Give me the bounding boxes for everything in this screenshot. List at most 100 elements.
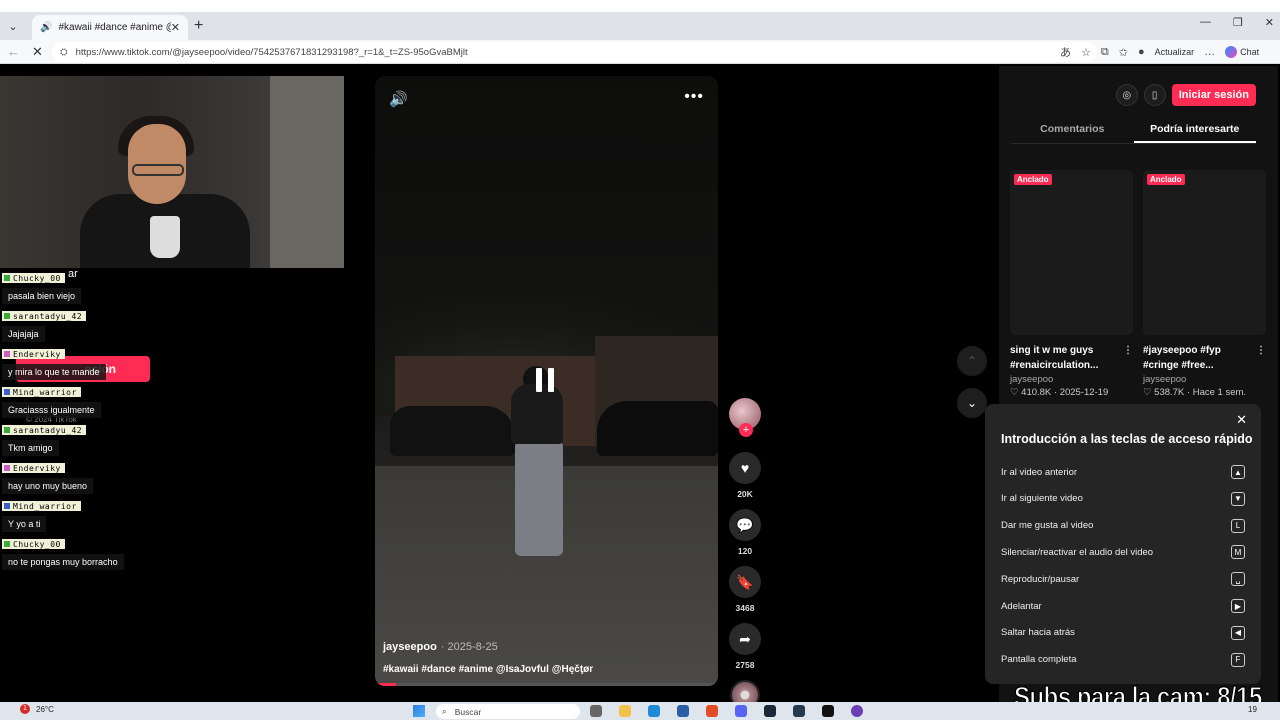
taskbar-search[interactable]: ⌕ Buscar	[436, 704, 580, 719]
volume-icon[interactable]: 🔊	[389, 90, 408, 108]
chat-message: Mind_warrior Graciasss igualmente	[2, 382, 202, 418]
tab-list-icon[interactable]: ⌄	[0, 13, 26, 39]
restore-icon[interactable]: ❐	[1233, 16, 1243, 29]
store-icon[interactable]	[677, 705, 689, 717]
chat-message: Chucky_00 pasala bien viejo	[2, 268, 202, 304]
speaker-icon[interactable]: 🔊	[40, 22, 52, 33]
card-more-icon[interactable]: ⋮	[1256, 343, 1266, 358]
video-card[interactable]: Anclado sing it w me guys #renaicirculat…	[1010, 170, 1133, 398]
weather-widget[interactable]: 1 26°C	[20, 704, 54, 714]
tab-recommended[interactable]: Podría interesarte	[1133, 118, 1256, 143]
card-more-icon[interactable]: ⋮	[1123, 343, 1133, 358]
chat-message: Chucky_00 no te pongas muy borracho	[2, 534, 202, 570]
bookmark-icon[interactable]: 🔖	[729, 566, 761, 598]
back-icon[interactable]: ←	[7, 44, 25, 59]
login-button[interactable]: Iniciar sesión	[1171, 84, 1256, 106]
app-icon[interactable]	[793, 705, 805, 717]
capcut-icon[interactable]	[822, 705, 834, 717]
previous-video-icon[interactable]: ⌃	[957, 346, 987, 376]
steam-icon[interactable]	[764, 705, 776, 717]
extensions-icon[interactable]: ⧉	[1101, 46, 1109, 59]
shortcut-label: Ir al video anterior	[1001, 466, 1078, 478]
translate-icon[interactable]: あ	[1060, 44, 1071, 60]
site-info-icon[interactable]: ⛭	[60, 47, 68, 58]
close-tab-icon[interactable]: ✕	[171, 21, 180, 34]
menu-icon[interactable]: …	[1204, 46, 1215, 58]
video-thumbnail[interactable]: Anclado	[1010, 170, 1133, 335]
task-view-icon[interactable]	[590, 705, 602, 717]
edge-icon[interactable]	[648, 705, 660, 717]
chat-username: sarantadyu_42	[2, 311, 87, 321]
chrome-icon[interactable]	[706, 705, 718, 717]
webcam-overlay	[0, 76, 344, 268]
copilot-chat-button[interactable]: Chat	[1225, 46, 1259, 58]
video-caption[interactable]: #kawaii #dance #anime @IsaJovful @Hęčţør	[383, 664, 593, 675]
stream-chat: Chucky_00 pasala bien viejo sarantadyu_42 J…	[2, 268, 202, 572]
discord-icon[interactable]	[735, 705, 747, 717]
compass-icon[interactable]: ◎	[1115, 84, 1138, 106]
profile-icon[interactable]: ●	[1138, 46, 1145, 58]
shortcut-key: ▲	[1231, 465, 1245, 479]
pinned-badge: Anclado	[1147, 174, 1185, 185]
tab-comments[interactable]: Comentarios	[1011, 118, 1134, 143]
chat-username: Enderviky	[2, 463, 65, 473]
device-icon[interactable]: ▯	[1143, 84, 1166, 106]
user-badge-icon	[4, 313, 10, 319]
shortcut-row: Adelantar ▶	[1001, 596, 1245, 616]
shortcut-row: Dar me gusta al video L	[1001, 516, 1245, 536]
shortcut-label: Dar me gusta al video	[1001, 520, 1094, 532]
author-name[interactable]: jayseepoo	[383, 641, 437, 653]
card-user[interactable]: jayseepoo	[1143, 374, 1266, 385]
next-video-icon[interactable]: ⌄	[957, 388, 987, 418]
card-title[interactable]: sing it w me guys #renaicirculation...	[1010, 345, 1098, 371]
follow-plus-icon[interactable]: +	[739, 423, 753, 437]
user-badge-icon	[4, 503, 10, 509]
clock: 19	[1248, 705, 1257, 714]
url-field[interactable]: ⛭ https://www.tiktok.com/@jayseepoo/vide…	[52, 42, 1097, 62]
video-thumbnail[interactable]: Anclado	[1143, 170, 1266, 335]
chat-text: Tkm amigo	[2, 440, 59, 456]
user-badge-icon	[4, 275, 10, 281]
reload-icon[interactable]: ✕	[32, 44, 50, 60]
video-card[interactable]: Anclado #jayseepoo #fyp #cringe #free...…	[1143, 170, 1266, 398]
close-icon[interactable]: ✕	[1236, 412, 1247, 428]
browser-tab[interactable]: 🔊 #kawaii #dance #anime @Isa ✕	[32, 15, 188, 40]
shortcut-label: Saltar hacia atrás	[1001, 627, 1075, 639]
shortcut-label: Pantalla completa	[1001, 654, 1077, 666]
share-icon[interactable]: ➦	[729, 623, 761, 655]
user-badge-icon	[4, 541, 10, 547]
author-avatar[interactable]: +	[729, 398, 761, 437]
chat-text: Graciasss igualmente	[2, 402, 101, 418]
user-badge-icon	[4, 389, 10, 395]
video-author[interactable]: jayseepoo · 2025-8-25	[383, 641, 498, 653]
chat-label: Chat	[1240, 47, 1260, 57]
close-window-icon[interactable]: ✕	[1265, 16, 1274, 29]
shortcut-label: Adelantar	[1001, 600, 1042, 612]
windows-start-icon[interactable]	[413, 705, 425, 717]
shortcut-key: F	[1231, 652, 1245, 667]
chat-username: sarantadyu_42	[2, 425, 87, 435]
obs-icon[interactable]	[851, 705, 863, 717]
minimize-icon[interactable]: —	[1200, 16, 1211, 29]
tab-title: #kawaii #dance #anime @Isa	[58, 22, 170, 33]
card-title[interactable]: #jayseepoo #fyp #cringe #free...	[1143, 345, 1221, 371]
video-player[interactable]: 🔊 ••• jayseepoo · 2025-8-25 #kawaii #danc…	[375, 76, 718, 686]
card-user[interactable]: jayseepoo	[1010, 374, 1133, 385]
file-explorer-icon[interactable]	[619, 705, 631, 717]
favorite-icon[interactable]: ☆	[1081, 46, 1091, 59]
chat-username: Chucky_00	[2, 539, 65, 549]
comment-icon[interactable]: 💬	[729, 509, 761, 541]
video-progress-bar[interactable]	[375, 683, 718, 686]
new-tab-icon[interactable]: +	[194, 17, 203, 35]
update-button[interactable]: Actualizar	[1155, 47, 1195, 57]
chat-user: Enderviky	[13, 349, 61, 359]
favorites-icon[interactable]: ✩	[1119, 46, 1128, 59]
chat-text: y mira lo que te mande	[2, 364, 106, 380]
like-icon[interactable]: ♥	[729, 452, 761, 484]
shortcut-key: ▼	[1231, 491, 1245, 506]
more-options-icon[interactable]: •••	[684, 88, 704, 106]
temperature: 26°C	[36, 704, 54, 714]
user-badge-icon	[4, 465, 10, 471]
chat-username: Enderviky	[2, 349, 65, 359]
pause-icon[interactable]	[536, 368, 554, 392]
